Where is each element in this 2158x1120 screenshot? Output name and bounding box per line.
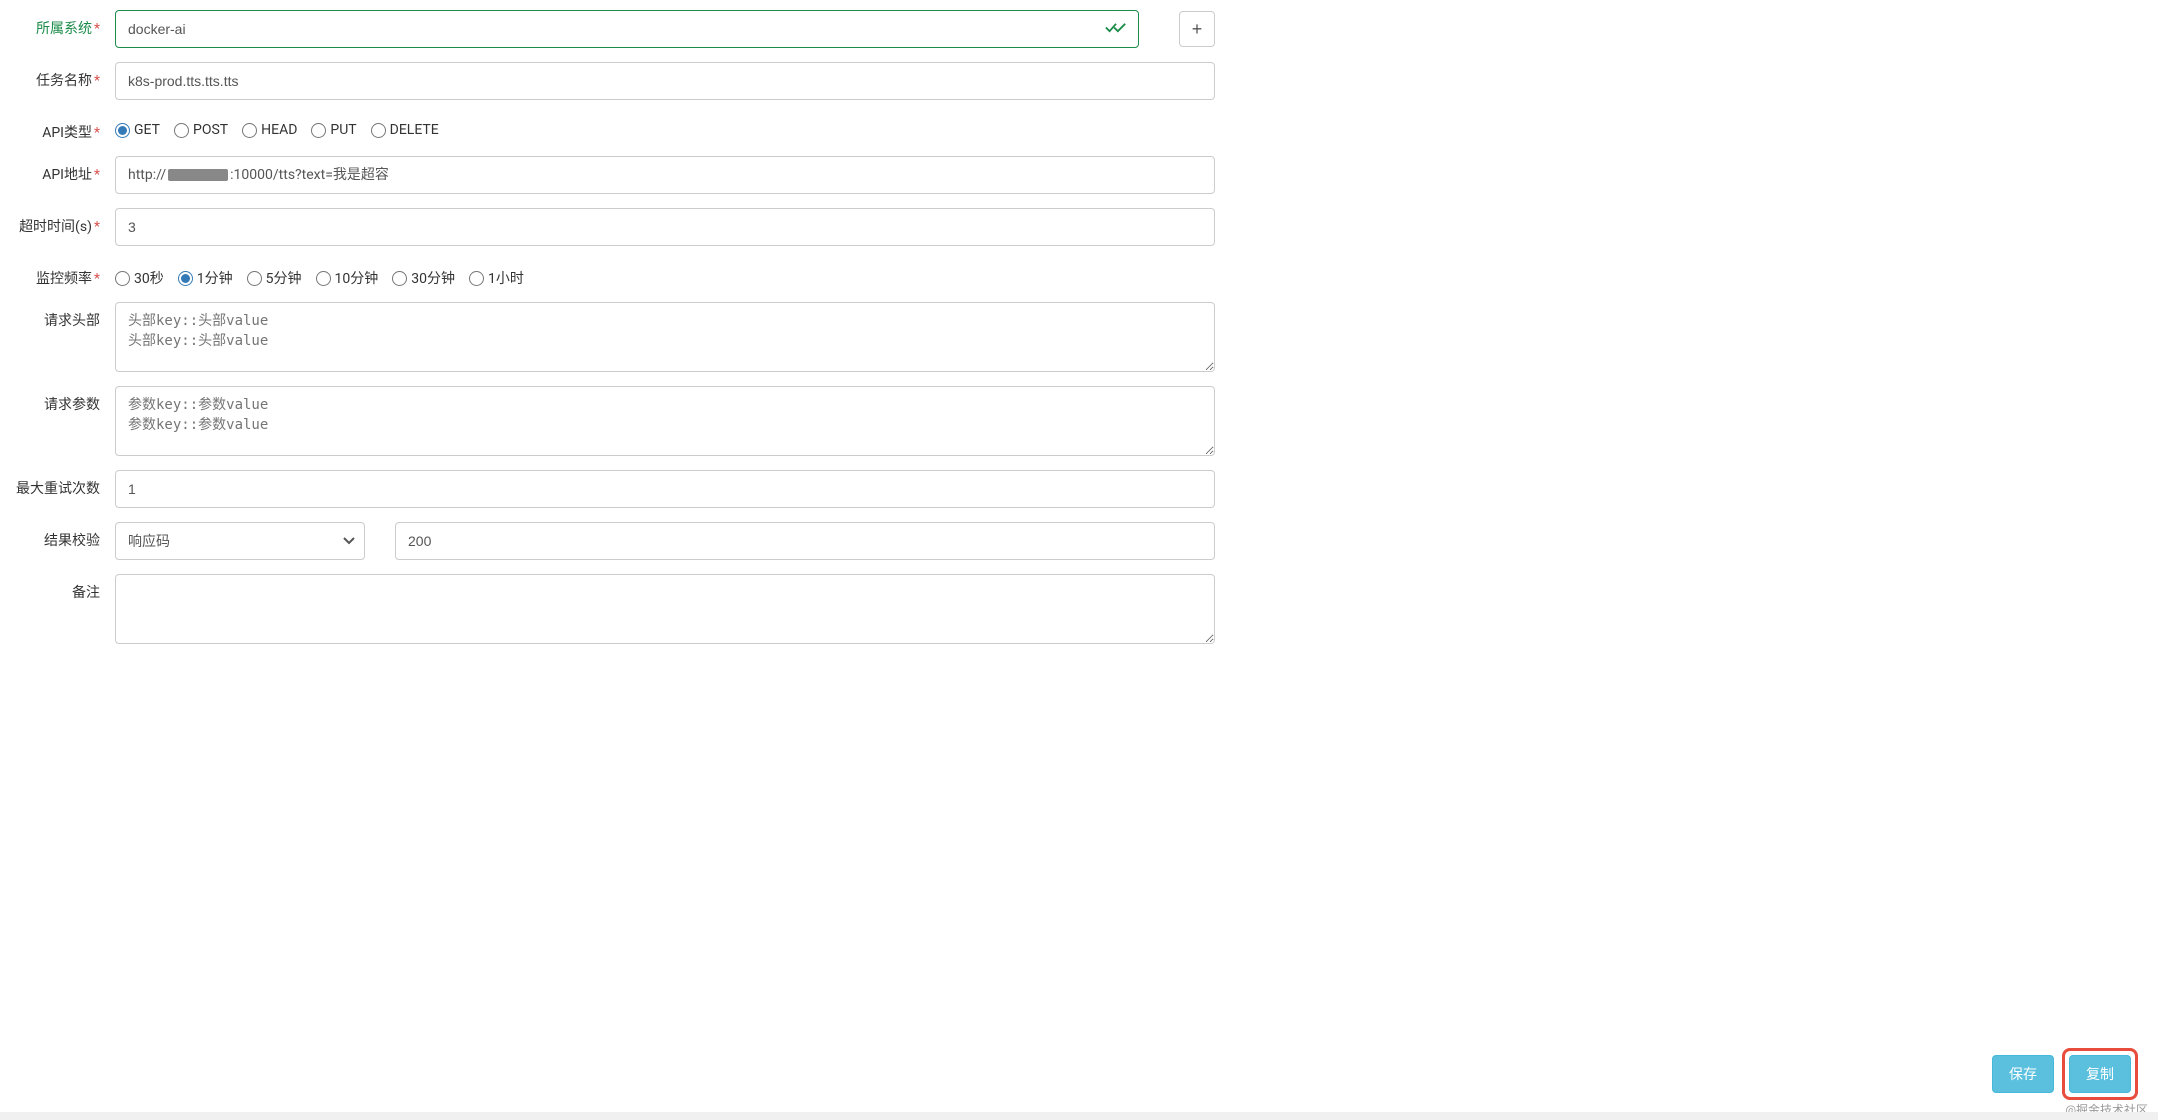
frequency-30s-label[interactable]: 30秒 [134,268,164,288]
api-type-get-label[interactable]: GET [134,122,160,138]
headers-label: 请求头部 [0,302,115,330]
api-type-label: API类型* [0,114,115,142]
max-retry-input[interactable] [115,470,1215,508]
task-name-label: 任务名称* [0,62,115,90]
save-button[interactable]: 保存 [1992,1055,2054,1093]
params-label: 请求参数 [0,386,115,414]
system-label: 所属系统* [0,10,115,38]
frequency-1h-label[interactable]: 1小时 [488,268,524,288]
frequency-30m-label[interactable]: 30分钟 [411,268,455,288]
frequency-label: 监控频率* [0,260,115,288]
frequency-5m-radio[interactable] [247,271,262,286]
api-type-post-label[interactable]: POST [193,122,228,138]
verify-value-input[interactable] [395,522,1215,560]
verify-type-select[interactable]: 响应码 [115,522,365,560]
api-type-put-label[interactable]: PUT [330,122,356,138]
system-input[interactable] [115,10,1139,48]
timeout-input[interactable] [115,208,1215,246]
frequency-5m-label[interactable]: 5分钟 [266,268,302,288]
frequency-1h-radio[interactable] [469,271,484,286]
remark-label: 备注 [0,574,115,602]
frequency-10m-radio[interactable] [316,271,331,286]
frequency-1m-label[interactable]: 1分钟 [197,268,233,288]
max-retry-label: 最大重试次数 [0,470,115,498]
api-url-input[interactable]: http://:10000/tts?text=我是超容 [115,156,1215,194]
api-type-radio-group: GET POST HEAD PUT DELETE [115,114,445,138]
frequency-radio-group: 30秒 1分钟 5分钟 10分钟 30分钟 [115,260,530,288]
headers-textarea[interactable] [115,302,1215,372]
api-type-post-radio[interactable] [174,123,189,138]
task-name-input[interactable] [115,62,1215,100]
redacted-host [168,169,228,181]
api-type-put-radio[interactable] [311,123,326,138]
check-icon [1105,20,1127,39]
api-url-label: API地址* [0,156,115,184]
verify-label: 结果校验 [0,522,115,550]
copy-button-highlight: 复制 [2062,1048,2138,1100]
frequency-1m-radio[interactable] [178,271,193,286]
api-type-delete-radio[interactable] [371,123,386,138]
frequency-10m-label[interactable]: 10分钟 [335,268,379,288]
api-type-head-label[interactable]: HEAD [261,122,297,138]
api-type-head-radio[interactable] [242,123,257,138]
frequency-30m-radio[interactable] [392,271,407,286]
add-system-button[interactable]: + [1179,11,1215,47]
api-type-delete-label[interactable]: DELETE [390,122,439,138]
api-type-get-radio[interactable] [115,123,130,138]
remark-textarea[interactable] [115,574,1215,644]
frequency-30s-radio[interactable] [115,271,130,286]
params-textarea[interactable] [115,386,1215,456]
copy-button[interactable]: 复制 [2069,1055,2131,1093]
timeout-label: 超时时间(s)* [0,208,115,236]
bottom-bar [0,1112,2158,1120]
